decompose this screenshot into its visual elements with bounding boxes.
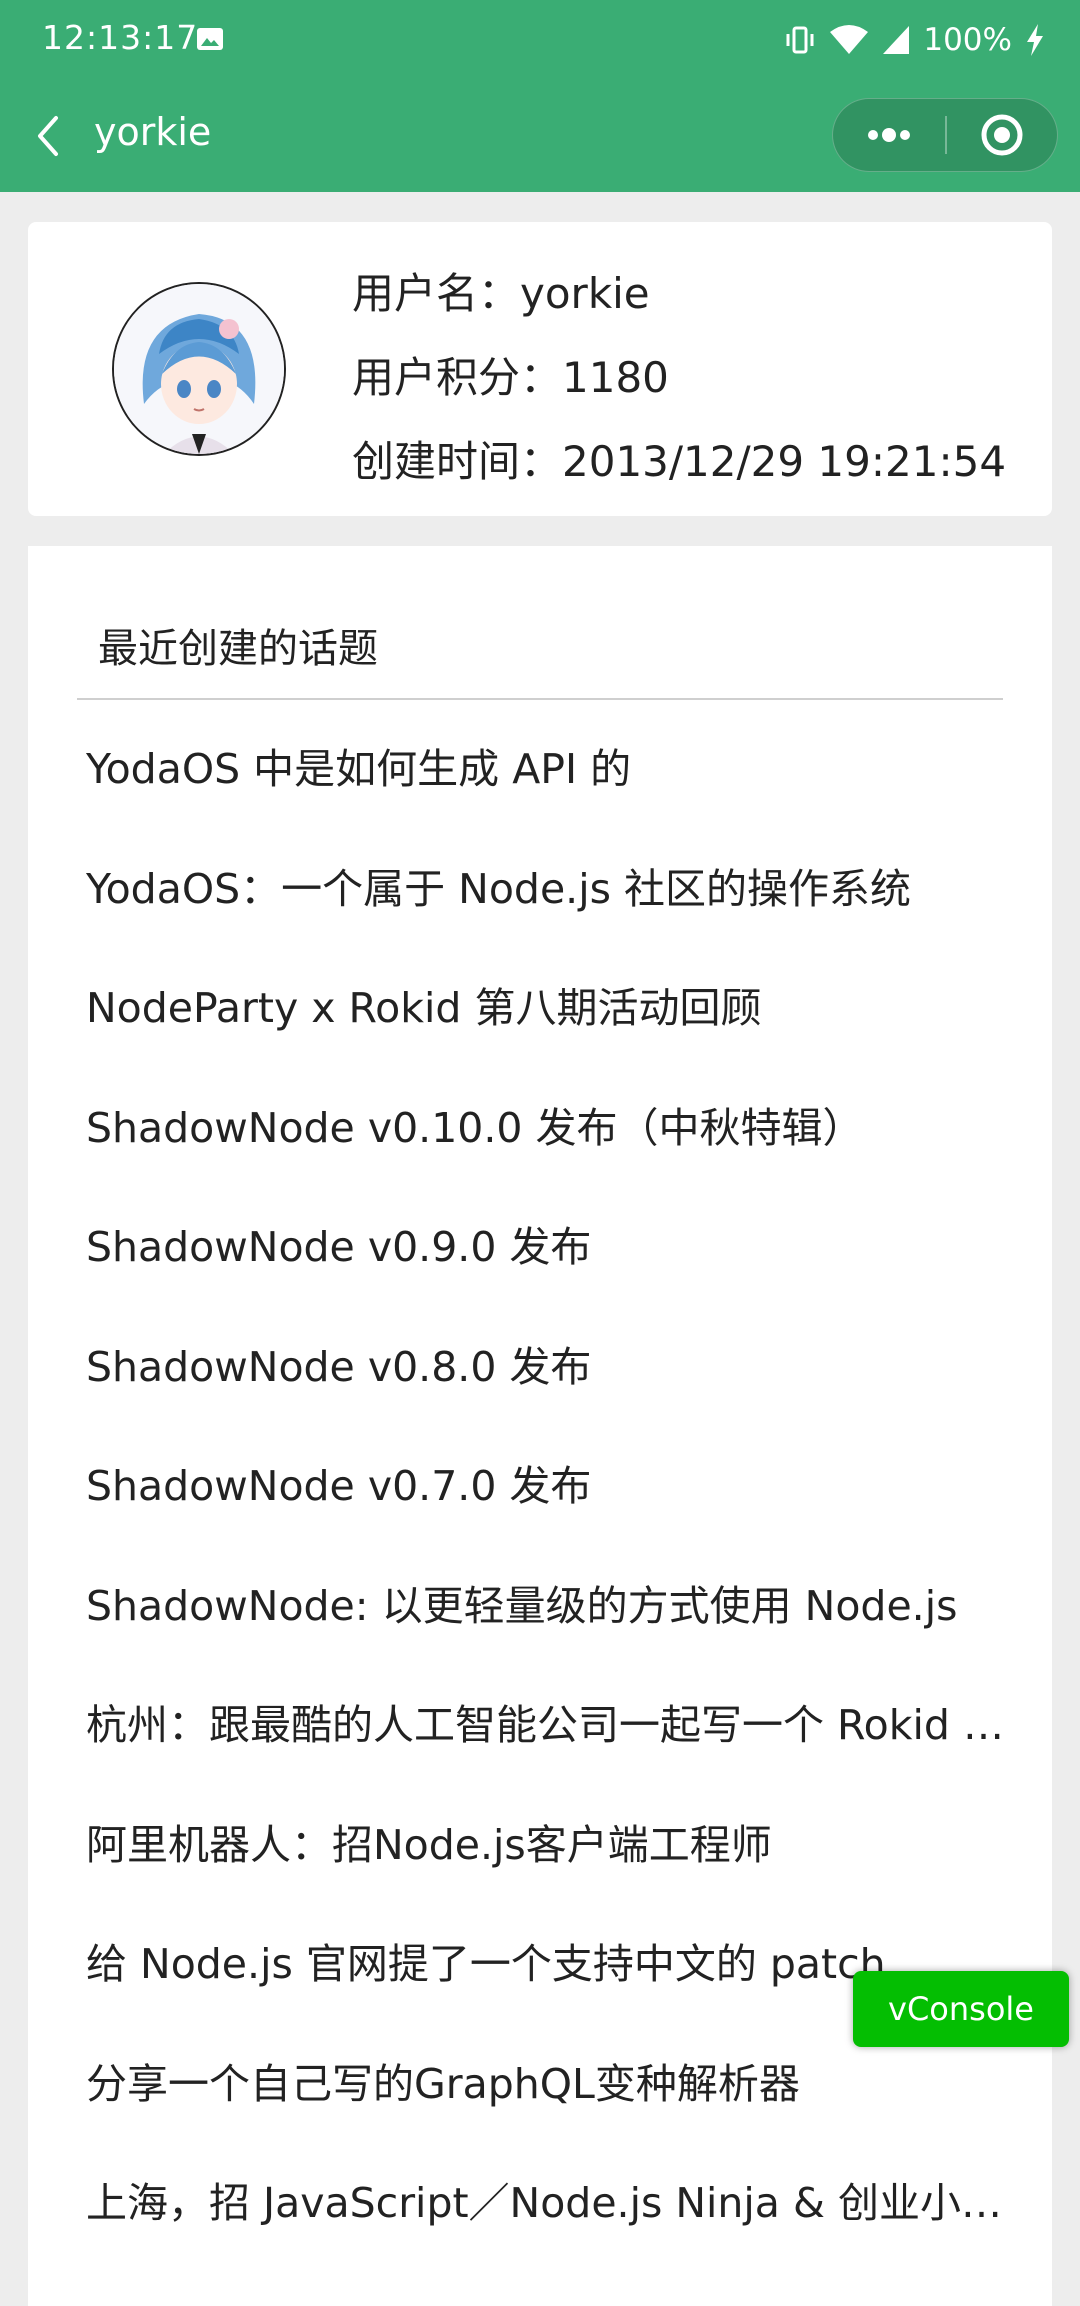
topic-item[interactable]: ShadowNode v0.9.0 发布	[86, 1188, 1016, 1308]
topic-item[interactable]: 杭州：跟最酷的人工智能公司一起写一个 Rokid 的操作系统	[86, 1666, 1016, 1786]
status-time: 12:13:17	[42, 18, 199, 57]
username-text: 用户名：yorkie	[352, 269, 650, 318]
topic-item[interactable]: NodeParty x Rokid 第八期活动回顾	[86, 949, 1016, 1069]
image-icon	[197, 28, 223, 50]
nav-bar: yorkie	[0, 80, 1080, 192]
status-bar: 12:13:17 100%	[0, 0, 1080, 80]
back-icon[interactable]	[30, 114, 70, 158]
topic-item[interactable]: ShadowNode: 以更轻量级的方式使用 Node.js	[86, 1547, 1016, 1667]
topic-item[interactable]: ShadowNode v0.10.0 发布（中秋特辑）	[86, 1069, 1016, 1189]
created-time-text: 创建时间：2013/12/29 19:21:54	[352, 437, 1007, 486]
target-icon[interactable]	[947, 99, 1057, 171]
charging-icon	[1027, 24, 1043, 56]
topic-item[interactable]: 上海，招 JavaScript／Node.js Ninja & 创业小伙伴	[86, 2144, 1016, 2264]
topic-item[interactable]: YodaOS：一个属于 Node.js 社区的操作系统	[86, 830, 1016, 950]
score-text: 用户积分：1180	[352, 353, 669, 402]
battery-text: 100%	[923, 22, 1012, 58]
topic-item[interactable]: 阿里机器人：招Node.js客户端工程师	[86, 1786, 1016, 1906]
wifi-icon	[830, 25, 869, 54]
mini-program-capsule	[832, 98, 1058, 172]
vibrate-icon	[786, 26, 814, 54]
section-title: 最近创建的话题	[98, 626, 378, 672]
topic-item[interactable]: ShadowNode v0.8.0 发布	[86, 1308, 1016, 1428]
topic-item[interactable]: YodaOS 中是如何生成 API 的	[86, 710, 1016, 830]
profile-card: 用户名：yorkie 用户积分：1180 创建时间：2013/12/29 19:…	[28, 222, 1052, 516]
status-right-group: 100%	[783, 18, 1046, 62]
topic-item[interactable]: ShadowNode v0.7.0 发布	[86, 1427, 1016, 1547]
page-title: yorkie	[94, 110, 212, 154]
signal-icon	[883, 26, 910, 54]
section-divider	[77, 698, 1003, 700]
more-icon[interactable]	[833, 99, 945, 171]
vconsole-button[interactable]: vConsole	[853, 1971, 1069, 2047]
profile-info: 用户名：yorkie 用户积分：1180 创建时间：2013/12/29 19:…	[352, 252, 1006, 504]
avatar	[112, 282, 286, 456]
